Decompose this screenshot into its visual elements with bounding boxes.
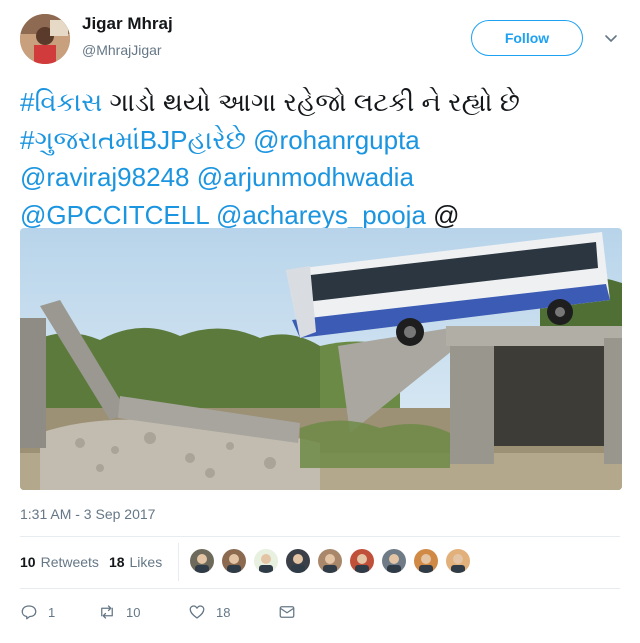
liker-avatar-4-icon[interactable] xyxy=(286,549,310,573)
tweet-text-segment xyxy=(189,162,196,192)
tweet-timestamp[interactable]: 1:31 AM - 3 Sep 2017 xyxy=(20,506,155,522)
user-avatar[interactable] xyxy=(20,14,70,64)
hashtag-link[interactable]: #ગુજરાતમાંBJPહારેછે xyxy=(20,125,246,155)
liker-avatar-3-icon[interactable] xyxy=(254,549,278,573)
liker-avatar-1-icon[interactable] xyxy=(190,549,214,573)
liker-avatar-6-icon[interactable] xyxy=(350,549,374,573)
retweets-label: Retweets xyxy=(40,554,99,570)
display-name[interactable]: Jigar Mhraj xyxy=(82,14,173,34)
like-action[interactable]: 18 xyxy=(188,603,278,621)
avatar-photo-icon xyxy=(20,14,70,64)
tweet-line: @raviraj98248 @arjunmodhwadia xyxy=(20,159,620,197)
liker-avatar-8-icon[interactable] xyxy=(414,549,438,573)
tweet-line: #વિકાસ ગાડો થયો આગા રહેજો લટકી ને રહ્યો … xyxy=(20,84,620,122)
mention-link[interactable]: @GPCCITCELL xyxy=(20,200,209,230)
tweet-text-segment xyxy=(209,200,216,230)
stats-separator xyxy=(178,543,179,581)
mention-link[interactable]: @arjunmodhwadia xyxy=(197,162,414,192)
retweet-icon xyxy=(101,605,113,619)
follow-button[interactable]: Follow xyxy=(471,20,583,56)
reply-action[interactable]: 1 xyxy=(20,603,98,621)
liker-avatar-2-icon[interactable] xyxy=(222,549,246,573)
liker-avatar-5-icon[interactable] xyxy=(318,549,342,573)
like-count: 18 xyxy=(216,604,231,620)
liker-avatar-9-icon[interactable] xyxy=(446,549,470,573)
direct-message-action[interactable] xyxy=(278,603,306,621)
tweet-photo[interactable] xyxy=(20,228,622,490)
reply-count: 1 xyxy=(48,604,56,620)
likes-label: Likes xyxy=(129,554,163,570)
retweets-count: 10 xyxy=(20,554,36,570)
liker-avatar-7-icon[interactable] xyxy=(382,549,406,573)
envelope-icon xyxy=(279,606,295,618)
tweet-line: #ગુજરાતમાંBJPહારેછે @rohanrgupta xyxy=(20,122,620,160)
divider xyxy=(20,588,620,589)
heart-icon xyxy=(189,605,205,619)
tweet-actions: 1 10 18 xyxy=(20,600,306,624)
tweet-text: #વિકાસ ગાડો થયો આગા રહેજો લટકી ને રહ્યો … xyxy=(20,84,620,234)
mention-link[interactable]: @rohanrgupta xyxy=(253,125,420,155)
likes-stat[interactable]: 18 Likes xyxy=(109,554,162,570)
mention-link[interactable]: @raviraj98248 xyxy=(20,162,189,192)
chevron-down-icon[interactable] xyxy=(603,30,619,46)
divider xyxy=(20,536,620,537)
user-handle[interactable]: @MhrajJigar xyxy=(82,42,162,58)
retweet-action[interactable]: 10 xyxy=(98,603,188,621)
bus-hanging-off-bridge-photo-icon xyxy=(20,228,622,490)
liker-avatars xyxy=(190,549,478,573)
tweet-text-segment: @ xyxy=(425,199,460,230)
likes-count: 18 xyxy=(108,554,125,570)
tweet-text-segment: ગાડો થયો આગા રહેજો લટકી ને રહ્યો છે xyxy=(102,87,520,117)
tweet-stats: 10 Retweets 18 Likes xyxy=(20,550,162,574)
retweets-stat[interactable]: 10 Retweets xyxy=(20,554,99,570)
retweet-count: 10 xyxy=(126,604,141,620)
mention-link[interactable]: @achareys_pooja xyxy=(216,200,426,230)
reply-icon xyxy=(21,605,37,620)
hashtag-link[interactable]: #વિકાસ xyxy=(20,87,102,117)
